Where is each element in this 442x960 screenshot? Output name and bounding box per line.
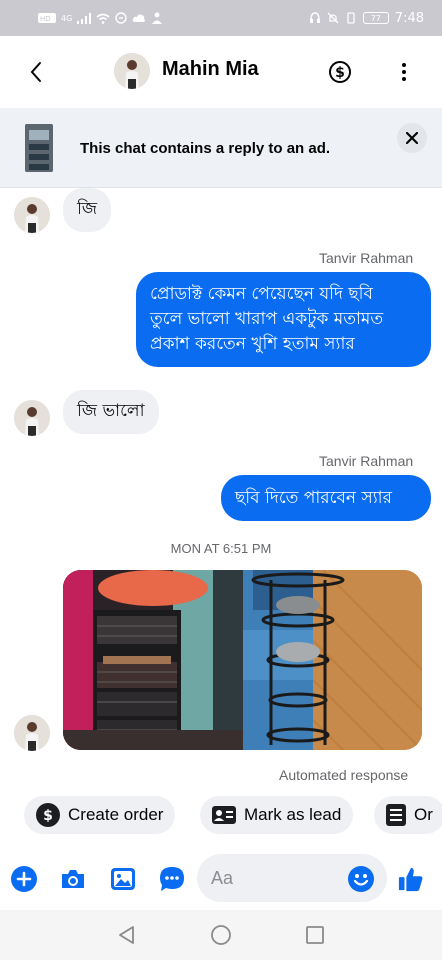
stand-photo xyxy=(242,570,422,750)
emoji-icon xyxy=(348,866,374,892)
other-action-label: Or xyxy=(414,805,433,824)
system-nav-bar xyxy=(0,910,442,960)
dollar-circle-icon: $ xyxy=(329,61,351,83)
incoming-message[interactable]: জি ভালো xyxy=(63,390,159,434)
status-bar: HD 4G 77 7:48 xyxy=(0,0,442,36)
gallery-button[interactable] xyxy=(110,866,136,892)
emoji-button[interactable] xyxy=(348,866,374,892)
photo-message[interactable] xyxy=(63,570,422,750)
vibrate-icon xyxy=(347,12,355,24)
outgoing-message[interactable]: প্রোডাক্ট কেমন পেয়েছেন যদি ছবি তুলে ভাল… xyxy=(136,272,431,367)
data-saver-icon xyxy=(115,12,127,24)
status-left: HD 4G xyxy=(38,12,163,24)
message-line: তুলে ভালো খারাপ একটুক মতামত xyxy=(150,309,384,329)
square-recents-icon xyxy=(306,926,324,944)
plus-button[interactable] xyxy=(11,866,37,892)
message-line: ছবি দিতে পারবেন স্যার xyxy=(235,487,392,508)
svg-text:$: $ xyxy=(43,808,53,824)
timestamp: MON AT 6:51 PM xyxy=(170,541,272,556)
chevron-left-icon xyxy=(30,62,41,82)
nav-home-button[interactable] xyxy=(210,924,232,946)
incoming-message[interactable]: জি xyxy=(63,188,112,232)
svg-text:HD: HD xyxy=(40,15,51,23)
camera-button[interactable] xyxy=(60,866,86,892)
mark-as-lead-button[interactable]: Mark as lead xyxy=(200,796,354,834)
dollar-circle-icon: $ xyxy=(36,803,60,827)
photo-left[interactable] xyxy=(63,570,243,750)
other-action-button[interactable]: Or xyxy=(374,796,442,834)
plus-icon xyxy=(11,866,37,892)
hd-icon: HD xyxy=(38,13,56,23)
signal-icon xyxy=(77,12,92,24)
avatar[interactable] xyxy=(14,715,50,751)
quick-actions-bar: $ Create order Mark as lead Or xyxy=(0,792,442,838)
back-button[interactable] xyxy=(22,58,50,86)
svg-text:$: $ xyxy=(335,65,345,81)
triangle-back-icon xyxy=(119,926,134,944)
message-composer xyxy=(0,850,442,908)
status-time: 7:48 xyxy=(394,10,424,26)
ad-thumbnail-image xyxy=(25,124,53,172)
nav-back-button[interactable] xyxy=(115,924,137,946)
nav-recents-button[interactable] xyxy=(304,924,326,946)
outgoing-message[interactable]: ছবি দিতে পারবেন স্যার xyxy=(221,475,431,521)
sender-name: Tanvir Rahman xyxy=(319,453,414,469)
headset-icon xyxy=(309,12,320,23)
image-icon xyxy=(111,868,135,890)
avatar-photo xyxy=(14,197,50,233)
mark-as-lead-label: Mark as lead xyxy=(244,805,342,824)
create-order-label: Create order xyxy=(68,805,164,824)
automated-response-label: Automated response xyxy=(279,767,409,783)
chat-icon xyxy=(160,867,184,891)
avatar-photo xyxy=(14,715,50,751)
more-vertical-icon[interactable] xyxy=(396,60,412,84)
contact-name[interactable]: Mahin Mia xyxy=(162,58,259,81)
ad-reply-banner: This chat contains a reply to an ad. xyxy=(0,108,442,188)
network-type: 4G xyxy=(61,13,73,23)
chat-header: Mahin Mia $ xyxy=(0,36,442,108)
like-button[interactable] xyxy=(398,866,424,892)
circle-home-icon xyxy=(211,925,231,945)
message-line: প্রকাশ করতেন খুশি হতাম স্যার xyxy=(150,334,355,354)
close-icon xyxy=(406,132,418,144)
message-line: প্রোডাক্ট কেমন পেয়েছেন যদি ছবি xyxy=(150,284,373,304)
thumbs-up-icon xyxy=(398,867,423,892)
person-icon xyxy=(152,12,163,24)
avatar-photo xyxy=(14,400,50,436)
silent-icon xyxy=(327,12,339,24)
chat-options-button[interactable] xyxy=(159,866,185,892)
avatar[interactable] xyxy=(14,197,50,233)
avatar[interactable] xyxy=(14,400,50,436)
list-icon xyxy=(386,804,406,826)
contact-avatar[interactable] xyxy=(114,53,150,89)
sender-name: Tanvir Rahman xyxy=(319,250,414,266)
ad-thumbnail[interactable] xyxy=(25,124,53,172)
avatar-photo xyxy=(114,53,150,89)
status-right: 77 7:48 xyxy=(309,11,424,26)
cloud-icon xyxy=(133,14,146,22)
wifi-icon xyxy=(96,13,110,24)
create-order-button[interactable]: $ Create order xyxy=(24,796,176,834)
battery-icon: 77 xyxy=(362,12,389,24)
rack-photo xyxy=(63,570,243,750)
payment-button[interactable]: $ xyxy=(328,60,352,84)
photo-right[interactable] xyxy=(242,570,422,750)
camera-icon xyxy=(62,870,84,888)
close-banner-button[interactable] xyxy=(397,123,427,153)
ad-banner-text: This chat contains a reply to an ad. xyxy=(80,140,331,157)
contact-card-icon xyxy=(212,806,236,824)
